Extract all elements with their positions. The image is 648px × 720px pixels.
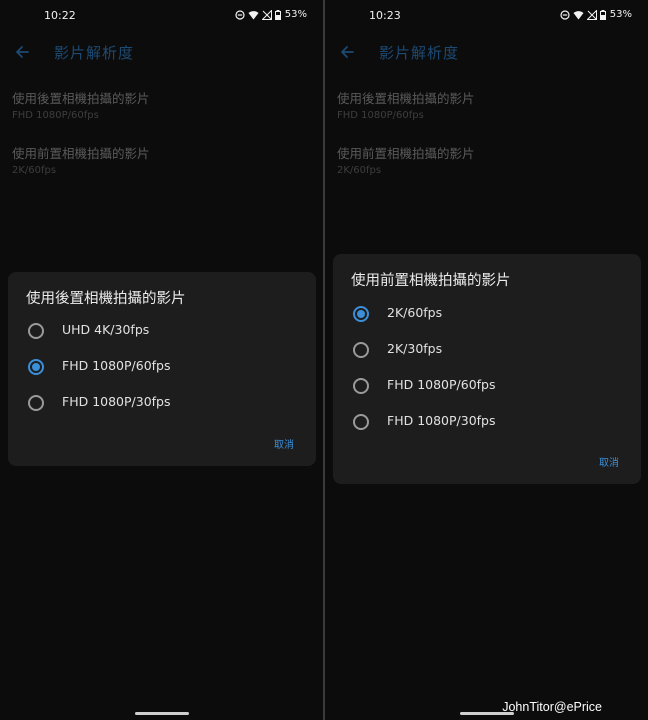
setting-rear-camera-video[interactable]: 使用後置相機拍攝的影片 FHD 1080P/60fps bbox=[12, 88, 150, 121]
setting-front-camera-video[interactable]: 使用前置相機拍攝的影片 2K/60fps bbox=[337, 143, 475, 176]
setting-title: 使用前置相機拍攝的影片 bbox=[12, 146, 150, 161]
battery-percent: 53% bbox=[284, 9, 307, 20]
dnd-icon bbox=[235, 9, 245, 20]
status-time: 10:23 bbox=[369, 9, 401, 22]
cancel-button[interactable]: 取消 bbox=[274, 436, 294, 451]
option-label: FHD 1080P/30fps bbox=[387, 413, 496, 428]
option-label: FHD 1080P/60fps bbox=[62, 358, 171, 373]
watermark-text: JohnTitor@ePrice bbox=[502, 700, 602, 714]
status-bar: 10:22 53% bbox=[0, 0, 323, 32]
cellular-no-signal-icon bbox=[261, 9, 272, 20]
radio-button[interactable] bbox=[28, 323, 44, 339]
battery-icon bbox=[599, 9, 606, 20]
app-bar: 影片解析度 bbox=[0, 36, 323, 68]
radio-button[interactable] bbox=[353, 342, 369, 358]
option-uhd-4k-30fps[interactable]: UHD 4K/30fps bbox=[8, 313, 316, 349]
setting-value: 2K/60fps bbox=[12, 165, 57, 176]
dialog-title: 使用後置相機拍攝的影片 bbox=[26, 291, 186, 307]
option-label: UHD 4K/30fps bbox=[62, 322, 150, 337]
setting-title: 使用後置相機拍攝的影片 bbox=[337, 91, 475, 106]
option-label: FHD 1080P/30fps bbox=[62, 394, 171, 409]
setting-value: 2K/60fps bbox=[337, 165, 382, 176]
radio-button-selected[interactable] bbox=[28, 359, 44, 375]
status-icons: 53% bbox=[560, 9, 632, 20]
left-screen: 10:22 53% 影片解析度 使用後置相機拍攝的影片 FHD 1080P/60… bbox=[0, 0, 323, 720]
wifi-icon bbox=[248, 10, 259, 19]
wifi-icon bbox=[573, 10, 584, 19]
option-fhd-1080p-30fps[interactable]: FHD 1080P/30fps bbox=[8, 385, 316, 421]
right-screen: 10:23 53% 影片解析度 使用後置相機拍攝的影片 FHD 1080P/60… bbox=[325, 0, 648, 720]
back-arrow-icon[interactable] bbox=[12, 42, 32, 62]
option-2k-60fps[interactable]: 2K/60fps bbox=[333, 296, 641, 332]
setting-title: 使用前置相機拍攝的影片 bbox=[337, 146, 475, 161]
resolution-dialog: 使用前置相機拍攝的影片 2K/60fps 2K/30fps FHD 1080P/… bbox=[333, 254, 641, 484]
page-title: 影片解析度 bbox=[54, 44, 135, 62]
dialog-title: 使用前置相機拍攝的影片 bbox=[351, 273, 511, 289]
radio-button[interactable] bbox=[28, 395, 44, 411]
setting-value: FHD 1080P/60fps bbox=[337, 110, 424, 121]
status-bar: 10:23 53% bbox=[325, 0, 648, 32]
radio-button[interactable] bbox=[353, 378, 369, 394]
option-fhd-1080p-60fps[interactable]: FHD 1080P/60fps bbox=[333, 368, 641, 404]
option-2k-30fps[interactable]: 2K/30fps bbox=[333, 332, 641, 368]
cancel-button[interactable]: 取消 bbox=[599, 454, 619, 469]
option-label: 2K/30fps bbox=[387, 341, 443, 356]
gesture-nav-handle[interactable] bbox=[135, 712, 189, 715]
app-bar: 影片解析度 bbox=[325, 36, 648, 68]
battery-icon bbox=[274, 9, 281, 20]
option-label: FHD 1080P/60fps bbox=[387, 377, 496, 392]
battery-percent: 53% bbox=[609, 9, 632, 20]
option-label: 2K/60fps bbox=[387, 305, 443, 320]
option-fhd-1080p-30fps[interactable]: FHD 1080P/30fps bbox=[333, 404, 641, 440]
page-title: 影片解析度 bbox=[379, 44, 460, 62]
radio-button-selected[interactable] bbox=[353, 306, 369, 322]
status-icons: 53% bbox=[235, 9, 307, 20]
setting-title: 使用後置相機拍攝的影片 bbox=[12, 91, 150, 106]
radio-button[interactable] bbox=[353, 414, 369, 430]
dnd-icon bbox=[560, 9, 570, 20]
resolution-dialog: 使用後置相機拍攝的影片 UHD 4K/30fps FHD 1080P/60fps… bbox=[8, 272, 316, 466]
setting-rear-camera-video[interactable]: 使用後置相機拍攝的影片 FHD 1080P/60fps bbox=[337, 88, 475, 121]
cellular-no-signal-icon bbox=[586, 9, 597, 20]
status-time: 10:22 bbox=[44, 9, 76, 22]
setting-front-camera-video[interactable]: 使用前置相機拍攝的影片 2K/60fps bbox=[12, 143, 150, 176]
setting-value: FHD 1080P/60fps bbox=[12, 110, 99, 121]
back-arrow-icon[interactable] bbox=[337, 42, 357, 62]
option-fhd-1080p-60fps[interactable]: FHD 1080P/60fps bbox=[8, 349, 316, 385]
